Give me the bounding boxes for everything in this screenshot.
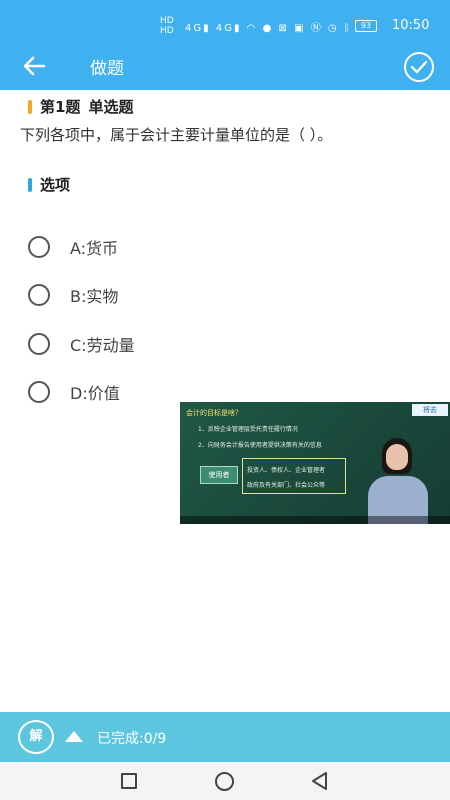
network-badges: HD HD	[160, 16, 174, 36]
video-box-line: 投资人、债权人、企业管理者	[247, 467, 326, 474]
home-icon[interactable]	[215, 772, 234, 791]
progress-label: 已完成:0/9	[97, 731, 167, 747]
recent-apps-icon[interactable]	[121, 773, 137, 789]
question-header: 第1题 单选题	[28, 96, 133, 117]
options-header-label: 选项	[40, 176, 71, 194]
option-a[interactable]: A:货币	[28, 232, 118, 262]
options-header: 选项	[28, 174, 70, 195]
option-c[interactable]: C:劳动量	[28, 329, 135, 359]
image-icon: ▣	[294, 23, 306, 34]
header: HD HD 4G▮ 4G▮ ◠ ● ⊠ ▣ Ⓝ ◷ ᛒ 93 10:50 做题	[0, 0, 450, 90]
question-content: 第1题 单选题 下列各项中，属于会计主要计量单位的是（ ）。 选项 A:货币 B…	[0, 90, 450, 712]
option-b[interactable]: B:实物	[28, 280, 118, 310]
video-logo: 将去	[412, 404, 448, 416]
submit-button[interactable]	[404, 52, 434, 82]
question-text: 下列各项中，属于会计主要计量单位的是（ ）。	[20, 126, 333, 144]
option-label: A:货币	[70, 239, 119, 258]
system-nav-bar	[0, 762, 450, 800]
screen: HD HD 4G▮ 4G▮ ◠ ● ⊠ ▣ Ⓝ ◷ ᛒ 93 10:50 做题 …	[0, 0, 450, 800]
arrow-left-icon	[23, 56, 46, 76]
bottom-bar: 解 已完成:0/9	[0, 712, 450, 762]
video-slide-tag: 使用者	[200, 466, 238, 484]
app-bar: 做题	[0, 40, 450, 90]
video-frame: 会计的目标是啥？ 1、反映企业管理层受托责任履行情况 2、向财务会计报告使用者提…	[180, 402, 450, 524]
show-answer-button[interactable]: 解	[18, 720, 54, 754]
page-title: 做题	[90, 59, 124, 79]
radio-icon[interactable]	[28, 236, 50, 258]
back-button[interactable]	[20, 52, 50, 80]
video-slide-box: 投资人、债权人、企业管理者 政府及有关部门、社会公众等	[242, 458, 346, 494]
question-type: 单选题	[88, 98, 134, 116]
network-badge: HD	[160, 16, 174, 26]
video-control-bar[interactable]	[180, 516, 450, 524]
video-slide-title: 会计的目标是啥？	[186, 409, 242, 417]
network-badge: HD	[160, 26, 174, 36]
options-accent-bar	[28, 177, 32, 192]
option-d[interactable]: D:价值	[28, 377, 120, 407]
app-icon: ⊠	[278, 23, 289, 34]
status-icons: 4G▮ 4G▮ ◠ ● ⊠ ▣ Ⓝ ◷ ᛒ	[185, 19, 352, 34]
question-number: 第1题	[40, 98, 81, 116]
wifi-icon: ◠	[246, 23, 258, 34]
radio-icon[interactable]	[28, 333, 50, 355]
video-slide-line: 1、反映企业管理层受托责任履行情况	[198, 426, 298, 433]
battery-icon: 93	[355, 20, 377, 32]
bluetooth-icon: ᛒ	[343, 23, 352, 34]
radio-icon[interactable]	[28, 381, 50, 403]
status-bar: HD HD 4G▮ 4G▮ ◠ ● ⊠ ▣ Ⓝ ◷ ᛒ 93 10:50	[0, 0, 450, 40]
vpn-icon: ●	[262, 23, 274, 34]
presenter-figure	[366, 438, 430, 524]
video-slide-line: 2、向财务会计报告使用者提供决策有关的信息	[198, 442, 322, 449]
status-time: 10:50	[392, 18, 430, 33]
expand-up-icon[interactable]	[65, 731, 83, 742]
question-accent-bar	[28, 99, 32, 114]
signal-label: 4G	[185, 23, 204, 34]
signal-icon: ▮	[203, 23, 211, 34]
radio-icon[interactable]	[28, 284, 50, 306]
option-label: B:实物	[70, 287, 119, 306]
nav-back-icon[interactable]	[310, 771, 330, 791]
video-player[interactable]: 会计的目标是啥？ 1、反映企业管理层受托责任履行情况 2、向财务会计报告使用者提…	[180, 402, 450, 524]
option-label: D:价值	[70, 384, 120, 403]
alarm-icon: ◷	[327, 23, 339, 34]
video-box-line: 政府及有关部门、社会公众等	[247, 482, 326, 489]
signal-label: 4G	[215, 23, 234, 34]
option-label: C:劳动量	[70, 336, 135, 355]
check-icon	[410, 60, 428, 74]
nfc-icon: Ⓝ	[310, 23, 323, 34]
signal-icon: ▮	[233, 23, 242, 34]
